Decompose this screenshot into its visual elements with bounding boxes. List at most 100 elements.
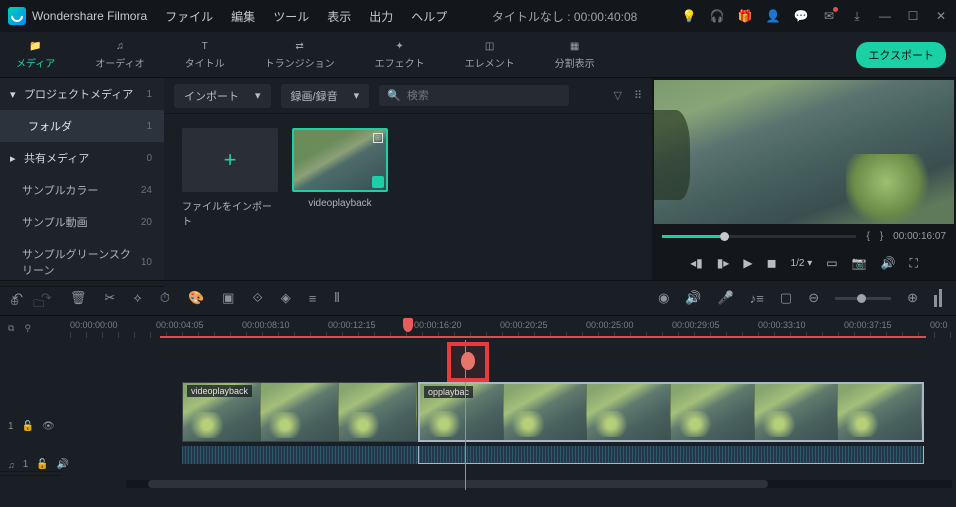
timeline-clip[interactable]: videoplayback [182,382,418,442]
timeline: 1 🔓 👁 ♫ 1 🔓 🔊 videoplayback opplaybac [0,340,956,490]
import-dropdown[interactable]: インポート▾ [174,84,271,108]
brace-out[interactable]: } [880,231,883,242]
message-icon[interactable]: 💬 [794,9,808,23]
app-logo-icon [8,7,26,25]
fullscreen-icon[interactable]: ⛶ [910,256,918,271]
tab-transition[interactable]: ⇄ トランジション [259,35,341,74]
marker-icon[interactable]: ▢ [780,290,792,306]
app-name: Wondershare Filmora [32,9,147,23]
page-indicator[interactable]: 1/2 ▾ [791,258,813,269]
search-input[interactable]: 🔍 [379,85,569,106]
greenscreen-icon[interactable]: ▣ [222,290,234,306]
sidebar-item-project-media[interactable]: ▾プロジェクトメディア 1 [0,78,164,110]
audio-track-number: 1 [23,459,29,470]
headset-icon[interactable]: 🎧 [710,9,724,23]
tab-media[interactable]: 📁 メディア [10,35,61,74]
menu-tools[interactable]: ツール [273,8,309,25]
menu-help[interactable]: ヘルプ [411,8,447,25]
marker-list-icon[interactable]: ♪≡ [750,291,764,306]
folder-icon: 📁 [28,39,44,53]
audio-track[interactable] [182,446,924,464]
maximize-icon[interactable]: ☐ [906,9,920,23]
volume-icon[interactable]: 🔊 [881,256,896,270]
video-track[interactable]: videoplayback opplaybac [182,382,924,442]
sidebar-item-sample-greenscreen[interactable]: サンプルグリーンスクリーン 10 [0,238,164,286]
video-thumbnail: ⊞ [292,128,388,192]
stop-icon[interactable]: ◼ [767,256,777,270]
transition-icon: ⇄ [292,39,308,53]
media-clip-card[interactable]: ⊞ videoplayback [292,128,388,209]
menu-view[interactable]: 表示 [327,8,351,25]
timeline-fit-icon[interactable] [934,289,944,307]
next-frame-icon[interactable]: ▮▸ [717,256,730,270]
preview-panel: { } 00:00:16:07 ◂▮ ▮▸ ▶ ◼ 1/2 ▾ ▭ 📷 🔊 ⛶ [652,78,956,280]
zoom-in-icon[interactable]: ⊕ [907,290,918,306]
tab-element[interactable]: ◫ エレメント [459,35,521,74]
project-title: タイトルなし : 00:00:40:08 [447,8,682,25]
sidebar-item-sample-video[interactable]: サンプル動画 20 [0,206,164,238]
tab-title[interactable]: T タイトル [179,35,231,74]
cut-icon[interactable]: ✂ [104,290,115,306]
gift-icon[interactable]: 🎁 [738,9,752,23]
record-dropdown[interactable]: 録画/録音▾ [281,84,370,108]
import-file-card[interactable]: + ファイルをインポート [182,128,278,228]
tab-label: オーディオ [95,55,144,70]
prev-frame-icon[interactable]: ◂▮ [690,256,703,270]
brace-in[interactable]: { [866,231,869,242]
mail-icon[interactable]: ✉ [822,9,836,23]
audio-track-head[interactable]: ♫ 1 🔓 🔊 [0,454,62,476]
audio-adjust-icon[interactable]: ⫴ [334,290,339,306]
mixer-icon[interactable]: 🔊 [685,290,701,306]
adjust-icon[interactable]: ≡ [309,291,317,306]
undo-icon[interactable]: ↶ [12,290,23,306]
minimize-icon[interactable]: — [878,9,892,23]
tab-audio[interactable]: ♫ オーディオ [89,35,150,74]
delete-icon[interactable]: 🗑 [70,290,87,306]
download-icon[interactable]: ⤓ [850,9,864,23]
record-dot-icon[interactable]: ◉ [658,290,669,306]
sparkle-icon: ✦ [392,39,408,53]
magnet-icon[interactable]: ⚲ [24,323,31,334]
scrub-slider[interactable] [662,235,856,238]
menu-output[interactable]: 出力 [369,8,393,25]
eye-icon[interactable]: 👁 [42,421,55,432]
brand: Wondershare Filmora [8,7,147,25]
tab-split[interactable]: ▦ 分割表示 [549,35,601,74]
menu-file[interactable]: ファイル [165,8,213,25]
snapshot-icon[interactable]: 📷 [852,256,867,270]
quality-icon[interactable]: ▭ [826,256,837,270]
tab-label: トランジション [265,55,335,70]
lock-icon[interactable]: 🔓 [36,459,48,470]
sidebar-item-sample-color[interactable]: サンプルカラー 24 [0,174,164,206]
user-icon[interactable]: 👤 [766,9,780,23]
sidebar-item-folder[interactable]: フォルダ 1 [0,110,164,142]
playhead-icon[interactable] [403,318,413,332]
lightbulb-icon[interactable]: 💡 [682,9,696,23]
grid-icon: ▦ [567,39,583,53]
sidebar-item-shared-media[interactable]: ▸共有メディア 0 [0,142,164,174]
zoom-out-icon[interactable]: ⊖ [808,290,819,306]
zoom-slider[interactable] [835,297,891,300]
preview-video[interactable] [654,80,954,224]
color-icon[interactable]: 🎨 [188,290,204,306]
timeline-clip-selected[interactable]: opplaybac [418,382,924,442]
speed-icon[interactable]: ⏱ [160,290,170,306]
keyframe-icon[interactable]: ◈ [281,290,291,306]
redo-icon[interactable]: ↷ [41,290,52,306]
play-icon[interactable]: ▶ [743,256,752,270]
voiceover-icon[interactable]: 🎤 [718,290,734,306]
tab-effect[interactable]: ✦ エフェクト [369,35,431,74]
timeline-ruler[interactable]: ⧉ ⚲ 00:00:00:00 00:00:04:05 00:00:08:10 … [0,316,956,340]
timeline-scrollbar[interactable] [126,480,952,488]
detach-icon[interactable]: ⟐ [252,290,262,306]
close-icon[interactable]: ✕ [934,9,948,23]
main-menu: ファイル 編集 ツール 表示 出力 ヘルプ [165,8,447,25]
ripple-icon[interactable]: ⧉ [8,323,14,334]
filter-icon[interactable]: ▽ [613,89,621,102]
crop-icon[interactable]: ⟡ [133,290,142,306]
lock-icon[interactable]: 🔓 [22,421,34,432]
menu-edit[interactable]: 編集 [231,8,255,25]
record-marker-box[interactable] [447,342,489,382]
grid-view-icon[interactable]: ⠿ [634,89,642,102]
export-button[interactable]: エクスポート [856,42,946,68]
